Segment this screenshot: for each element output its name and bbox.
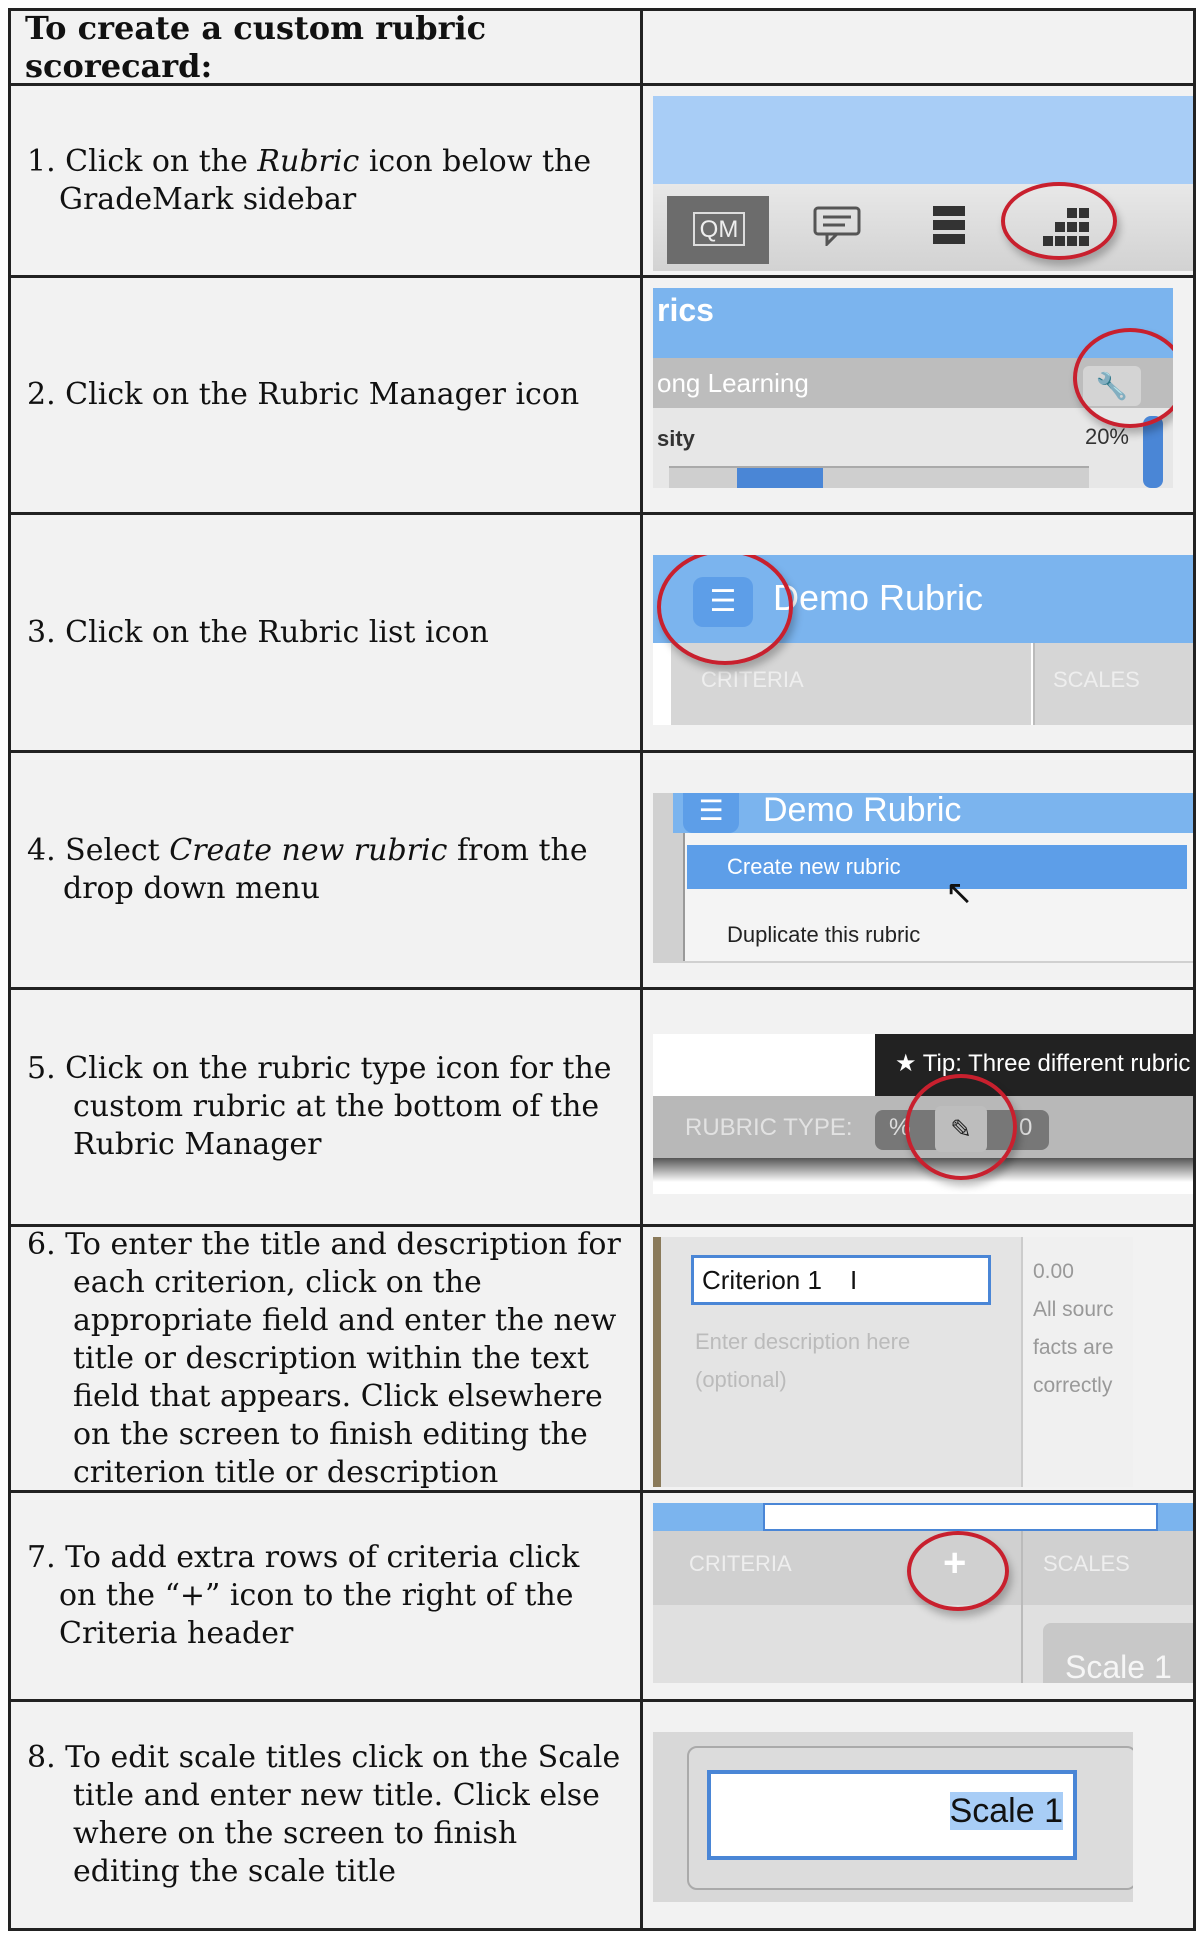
step-text-6: 6. To enter the title and description fo… [27,1226,621,1490]
step-text-2: 2. Click on the Rubric Manager icon [27,377,580,412]
step-text-1: 1. Click on the Rubric icon below the Gr… [27,143,592,217]
step-row-8: 8. To edit scale titles click on the Sca… [11,1702,1193,1928]
step-text-7: 7. To add extra rows of criteria click o… [27,1540,580,1651]
table-title: To create a custom rubric scorecard: [25,9,487,85]
list-icon [933,206,965,244]
menu-item-duplicate-rubric: Duplicate this rubric [727,922,921,947]
step-screenshot-5: ★ Tip: Three different rubric RUBRIC TYP… [643,990,1193,1224]
cursor-arrow-icon: ↖ [945,874,974,912]
menu-item-create-new-rubric: Create new rubric [687,845,1187,889]
header-cell: To create a custom rubric scorecard: [11,9,640,85]
step-screenshot-3: ☰ Demo Rubric CRITERIA SCALES [643,515,1193,750]
text-cursor-icon: I [849,1265,858,1295]
instruction-table: To create a custom rubric scorecard: 1. … [8,8,1196,1931]
step-screenshot-7: CRITERIA SCALES + Scale 1 [643,1493,1193,1699]
scale-title-input: Scale 1 [707,1770,1077,1860]
step-row-7: 7. To add extra rows of criteria click o… [11,1493,1193,1702]
step-text-3: 3. Click on the Rubric list icon [27,614,489,650]
step-screenshot-6: Criterion 1I Enter description here (opti… [643,1227,1193,1490]
step-row-6: 6. To enter the title and description fo… [11,1227,1193,1493]
step-screenshot-4: ☰ Demo Rubric Create new rubric Duplicat… [643,753,1193,987]
step-row-2: 2. Click on the Rubric Manager icon rics… [11,278,1193,515]
comment-icon [813,206,861,246]
highlight-circle [1073,328,1173,428]
step-screenshot-1: QM [643,86,1193,275]
criterion-title-input: Criterion 1I [691,1255,991,1305]
table-header-row: To create a custom rubric scorecard: [11,9,1193,86]
step-screenshot-8: Scale 1 [643,1702,1193,1928]
step-row-4: 4. Select Create new rubric from the dro… [11,753,1193,990]
highlight-circle [905,1074,1017,1180]
step-text-8: 8. To edit scale titles click on the Sca… [27,1740,621,1889]
star-icon: ★ [895,1050,917,1077]
highlight-circle [1001,182,1117,260]
dropdown-menu: Create new rubric Duplicate this rubric [683,833,1193,961]
step-text-4: 4. Select Create new rubric from the dro… [27,833,588,906]
step-text-5: 5. Click on the rubric type icon for the… [27,1051,612,1162]
rubric-list-icon: ☰ [683,793,739,833]
step-screenshot-2: rics ong Learning 🔧 sity 20% [643,278,1193,512]
step-row-5: 5. Click on the rubric type icon for the… [11,990,1193,1227]
highlight-circle [907,1531,1009,1611]
quickmark-icon: QM [667,196,769,264]
step-row-1: 1. Click on the Rubric icon below the Gr… [11,86,1193,278]
step-row-3: 3. Click on the Rubric list icon ☰ Demo … [11,515,1193,753]
